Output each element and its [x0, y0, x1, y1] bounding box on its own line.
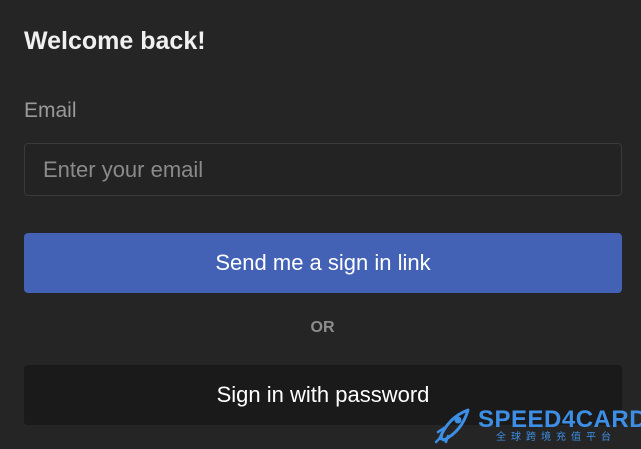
sign-in-page: Welcome back! Email Send me a sign in li… [0, 0, 641, 449]
watermark-tagline: 全球跨境充值平台 [496, 432, 616, 443]
or-divider: OR [310, 319, 335, 336]
sign-in-with-password-button[interactable]: Sign in with password [24, 365, 622, 425]
email-field[interactable] [24, 143, 622, 196]
email-label: Email [24, 99, 77, 122]
page-title: Welcome back! [24, 27, 206, 55]
send-sign-in-link-button[interactable]: Send me a sign in link [24, 233, 622, 293]
